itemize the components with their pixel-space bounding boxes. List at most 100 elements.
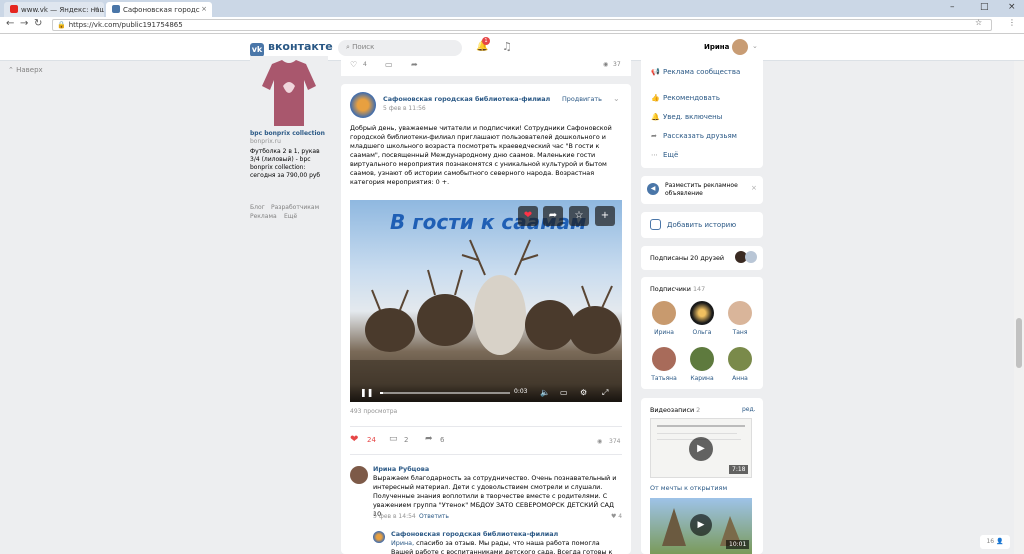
video-duration: 7:18 bbox=[729, 465, 749, 474]
subscriber-avatar bbox=[690, 301, 714, 325]
reply-text: Ирина, спасибо за отзыв. Мы рады, что на… bbox=[391, 539, 613, 554]
close-tab-icon[interactable]: × bbox=[201, 5, 207, 13]
url-input[interactable]: 🔒 https://vk.com/public191754865 bbox=[52, 19, 992, 31]
more-item[interactable]: ⋯ Ещё bbox=[651, 151, 678, 159]
comment-icon[interactable]: ▭ bbox=[389, 434, 398, 444]
maximize-icon[interactable]: □ bbox=[980, 2, 989, 12]
footer-link-ads[interactable]: Реклама bbox=[250, 213, 277, 220]
megaphone-icon: ◀ bbox=[647, 183, 659, 195]
minimize-icon[interactable]: – bbox=[950, 2, 955, 12]
post-date[interactable]: 5 фев в 11:56 bbox=[383, 105, 426, 112]
menu-icon[interactable]: ⋮ bbox=[1008, 18, 1016, 27]
like-count: 4 bbox=[363, 61, 367, 68]
reindeer-image bbox=[350, 239, 622, 402]
seen-count: 374 bbox=[609, 438, 621, 445]
like-count: 24 bbox=[367, 436, 376, 444]
subscriber-irina[interactable]: Ирина bbox=[650, 301, 678, 336]
close-tab-icon[interactable]: × bbox=[93, 5, 99, 13]
subscriber-karina[interactable]: Карина bbox=[688, 347, 716, 382]
share-icon[interactable]: ➦ bbox=[425, 434, 433, 444]
browser-tab-yandex[interactable]: www.vk — Яндекс: наш × bbox=[4, 2, 104, 17]
recommend-item[interactable]: 👍 Рекомендовать bbox=[651, 94, 720, 102]
heart-outline-icon[interactable]: ♡ bbox=[350, 60, 357, 69]
yandex-icon bbox=[10, 5, 18, 13]
bell-icon: 🔔 bbox=[651, 113, 660, 121]
footer-link-blog[interactable]: Блог bbox=[250, 204, 265, 211]
user-avatar[interactable] bbox=[732, 39, 748, 55]
story-box[interactable]: Добавить историю bbox=[641, 212, 763, 238]
promote-button[interactable]: Продвигать bbox=[562, 95, 602, 103]
chevron-down-icon[interactable]: ⌄ bbox=[613, 94, 620, 103]
close-window-icon[interactable]: × bbox=[1008, 2, 1016, 12]
video-player[interactable]: В гости к саамам ❤ ➦ ☆ + ❚❚ 0:03 🔈 ▭ ⚙ ⤢ bbox=[350, 200, 622, 402]
ad-image bbox=[250, 56, 328, 126]
subscribers-box: Подписчики 147 Ирина Ольга Таня Татьяна … bbox=[641, 277, 763, 389]
camera-icon bbox=[650, 219, 661, 230]
subscriber-avatar bbox=[690, 347, 714, 371]
miniplayer-icon[interactable]: ▭ bbox=[560, 388, 568, 397]
lock-icon: 🔒 bbox=[57, 21, 66, 29]
video-thumbnail-2[interactable]: ▶ 10:01 bbox=[650, 498, 752, 554]
vk-logo-icon: vk bbox=[250, 43, 264, 57]
music-icon[interactable]: ♫ bbox=[502, 40, 512, 53]
videos-title[interactable]: Видеозаписи 2 bbox=[650, 406, 700, 414]
chevron-down-icon[interactable]: ⌄ bbox=[752, 42, 758, 50]
scroll-to-top-link[interactable]: ⌃ Наверх bbox=[8, 66, 43, 74]
subscriber-tatyana[interactable]: Татьяна bbox=[650, 347, 678, 382]
community-ads-item[interactable]: 📢 Реклама сообщества bbox=[651, 68, 740, 76]
scrollbar-thumb[interactable] bbox=[1016, 318, 1022, 368]
comment-icon[interactable]: ▭ bbox=[385, 60, 393, 69]
ad-card[interactable]: bpc bonprix collection bonprix.ru Футбол… bbox=[250, 56, 328, 186]
post-author[interactable]: Сафоновская городская библиотека-филиал bbox=[383, 95, 550, 103]
share-count: 6 bbox=[440, 436, 445, 444]
ad-title[interactable]: bpc bonprix collection bbox=[250, 130, 330, 138]
reply-link[interactable]: Ответить bbox=[419, 512, 459, 521]
comment-author[interactable]: Ирина Рубцова bbox=[373, 465, 613, 474]
star-icon[interactable]: ☆ bbox=[975, 18, 982, 27]
subscriber-anna[interactable]: Анна bbox=[726, 347, 754, 382]
thumbs-up-icon: 👍 bbox=[651, 94, 660, 102]
browser-tab-vk[interactable]: Сафоновская городс × bbox=[106, 2, 212, 17]
eye-icon: ◉ bbox=[597, 438, 603, 445]
vk-logo[interactable]: vk вконтакте bbox=[250, 40, 333, 57]
video-progress-bar[interactable] bbox=[380, 392, 510, 394]
video-thumbnail-1[interactable]: ▶ 7:18 bbox=[650, 418, 752, 478]
video-title-link[interactable]: От мечты к открытиям bbox=[650, 484, 727, 492]
commenter-avatar[interactable] bbox=[350, 466, 368, 484]
pause-icon[interactable]: ❚❚ bbox=[360, 388, 373, 397]
heart-icon[interactable]: ❤ bbox=[350, 434, 358, 445]
divider bbox=[350, 454, 622, 455]
subscriber-avatar bbox=[652, 347, 676, 371]
subscriber-tanya[interactable]: Таня bbox=[726, 301, 754, 336]
back-arrow-icon[interactable]: ← bbox=[6, 18, 14, 29]
friends-subscribed-box[interactable]: Подписаны 20 друзей bbox=[641, 246, 763, 270]
tshirt-image bbox=[262, 60, 316, 126]
reply-author[interactable]: Сафоновская городская библиотека-филиал bbox=[391, 530, 621, 539]
forward-arrow-icon[interactable]: → bbox=[20, 18, 28, 29]
promo-box[interactable]: ◀ Разместить рекламное объявление × bbox=[641, 176, 763, 204]
chat-button[interactable]: 16 👤 bbox=[980, 535, 1010, 549]
search-input[interactable]: ⌕ Поиск bbox=[338, 40, 462, 56]
settings-gear-icon[interactable]: ⚙ bbox=[580, 388, 587, 397]
reload-icon[interactable]: ↻ bbox=[34, 18, 42, 29]
library-avatar[interactable] bbox=[350, 92, 376, 118]
user-name[interactable]: Ирина bbox=[704, 43, 729, 51]
subscriber-olga[interactable]: Ольга bbox=[688, 301, 716, 336]
footer-link-dev[interactable]: Разработчикам bbox=[271, 204, 319, 211]
footer-link-more[interactable]: Ещё bbox=[284, 213, 297, 220]
more-dots-icon: ⋯ bbox=[651, 151, 658, 159]
library-avatar-small[interactable] bbox=[373, 531, 385, 543]
notifications-item[interactable]: 🔔 Увед. включены bbox=[651, 113, 722, 121]
share-icon[interactable]: ➦ bbox=[411, 60, 418, 69]
tell-friends-item[interactable]: ➦ Рассказать друзьям bbox=[651, 132, 737, 140]
friend-avatar bbox=[745, 251, 757, 263]
subscribers-title[interactable]: Подписчики 147 bbox=[650, 285, 705, 293]
play-icon: ▶ bbox=[689, 437, 713, 461]
videos-box: Видеозаписи 2 ред. ▶ 7:18 От мечты к отк… bbox=[641, 398, 763, 554]
page-scrollbar[interactable] bbox=[1014, 61, 1024, 554]
subscriber-avatar bbox=[652, 301, 676, 325]
edit-videos-link[interactable]: ред. bbox=[742, 406, 756, 413]
fullscreen-icon[interactable]: ⤢ bbox=[602, 388, 608, 398]
close-icon[interactable]: × bbox=[751, 184, 757, 192]
volume-icon[interactable]: 🔈 bbox=[540, 388, 550, 397]
